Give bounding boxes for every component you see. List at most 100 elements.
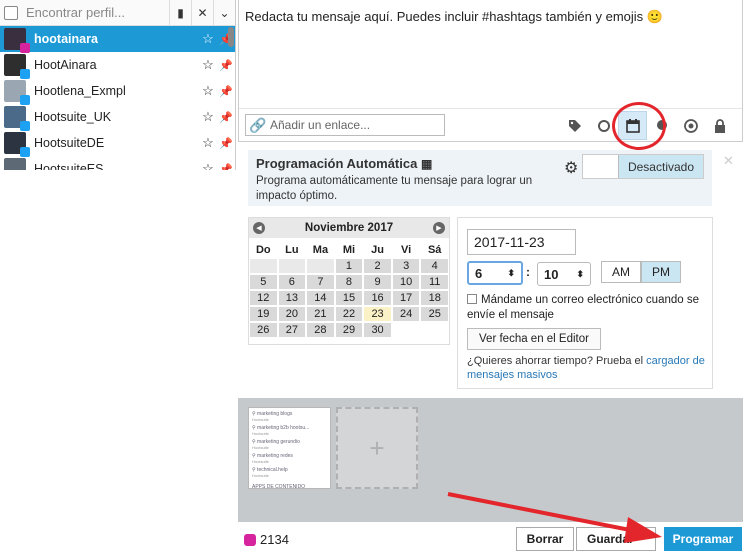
thumbnail-section: APPS DE CONTENIDO xyxy=(252,484,306,489)
add-media-button[interactable]: + xyxy=(336,407,418,489)
email-notify-option[interactable]: Mándame un correo electrónico cuando se … xyxy=(467,293,707,323)
annotation-circle xyxy=(612,102,666,150)
media-thumbnail[interactable]: ⚲ marketing blogs Hootsuite ⚲ marketing b2… xyxy=(248,407,331,489)
calendar-day[interactable]: 5 xyxy=(249,274,278,290)
link-field[interactable]: 🔗 xyxy=(245,114,445,136)
hour-value: 6 xyxy=(475,265,483,281)
star-icon[interactable]: ☆ xyxy=(199,135,217,151)
prev-month-icon[interactable]: ◀ xyxy=(253,222,265,234)
calendar-day[interactable]: 17 xyxy=(391,290,421,306)
calendar-day[interactable]: 1 xyxy=(334,258,364,274)
pin-icon[interactable]: 📌 xyxy=(217,59,235,72)
email-checkbox[interactable] xyxy=(467,294,477,304)
star-icon[interactable]: ☆ xyxy=(199,31,217,47)
calendar-day[interactable]: 9 xyxy=(363,274,392,290)
calendar-day[interactable]: 26 xyxy=(249,322,278,338)
message-textarea[interactable]: Redacta tu mensaje aquí. Puedes incluir … xyxy=(239,0,742,110)
calendar-day[interactable]: 13 xyxy=(277,290,307,306)
calendar-month: Noviembre 2017 xyxy=(304,222,394,234)
delete-button[interactable]: Borrar xyxy=(516,527,574,551)
thumbnail-line: ⚲ marketing gerundio Hootsuite xyxy=(252,439,300,450)
hour-select[interactable]: 6 ⬍ xyxy=(467,261,523,285)
tag-icon[interactable] xyxy=(560,111,589,140)
calendar-day[interactable]: 15 xyxy=(334,290,364,306)
star-icon[interactable]: ☆ xyxy=(199,57,217,73)
select-all-checkbox[interactable] xyxy=(4,5,18,20)
calendar-day[interactable]: 16 xyxy=(363,290,392,306)
calendar-day[interactable]: 25 xyxy=(420,306,449,322)
calendar-day[interactable]: 19 xyxy=(249,306,278,322)
date-calendar: ◀ Noviembre 2017 ▶ Do Lu Ma Mi Ju Vi Sá 1 2 3 4 5 6 7… xyxy=(248,217,450,345)
star-icon[interactable]: ☆ xyxy=(199,109,217,125)
calendar-day[interactable]: 14 xyxy=(306,290,335,306)
next-month-icon[interactable]: ▶ xyxy=(433,222,445,234)
pin-icon[interactable]: 📌 xyxy=(217,111,235,124)
calendar-day[interactable]: 8 xyxy=(334,274,364,290)
profile-name: Hootsuite_UK xyxy=(34,110,112,124)
profile-item[interactable]: HootsuiteDE ☆ 📌 xyxy=(0,130,235,157)
calendar-day[interactable]: 2 xyxy=(363,258,392,274)
calendar-day[interactable]: 28 xyxy=(306,322,335,338)
avatar xyxy=(4,132,30,157)
profile-search-bar: Encontrar perfil... ▮ ✕ ⌄ xyxy=(0,0,235,26)
calendar-day[interactable]: 23 xyxy=(363,306,392,322)
date-field[interactable]: 2017-11-23 xyxy=(467,229,576,255)
profile-item[interactable]: HootAinara ☆ 📌 xyxy=(0,52,235,79)
calendar-day[interactable]: 21 xyxy=(306,306,335,322)
calendar-day[interactable]: 24 xyxy=(391,306,421,322)
calendar-day[interactable]: 10 xyxy=(391,274,421,290)
avatar xyxy=(4,158,26,170)
calendar-day[interactable]: 20 xyxy=(277,306,307,322)
close-schedule-icon[interactable]: ✕ xyxy=(723,153,734,169)
calendar-day[interactable]: 7 xyxy=(306,274,335,290)
link-icon: 🔗 xyxy=(249,116,267,133)
save-label: Guardar xyxy=(587,532,634,546)
link-input[interactable] xyxy=(270,118,440,132)
calendar-day[interactable]: 29 xyxy=(334,322,364,338)
schedule-button[interactable]: Programar xyxy=(664,527,742,551)
profile-item[interactable]: HootsuiteES ☆ 📌 xyxy=(0,156,235,170)
weekday-label: Vi xyxy=(401,244,412,256)
calendar-day[interactable]: 3 xyxy=(391,258,421,274)
calendar-day[interactable]: 6 xyxy=(277,274,307,290)
calendar-day[interactable]: 11 xyxy=(420,274,449,290)
pin-icon[interactable]: 📌 xyxy=(217,163,235,171)
calendar-day[interactable]: 18 xyxy=(420,290,449,306)
save-button[interactable]: Guardar xyxy=(576,527,656,551)
filter-icon[interactable]: ▮ xyxy=(169,0,191,26)
profile-name: HootsuiteES xyxy=(34,162,104,170)
star-icon[interactable]: ☆ xyxy=(199,161,217,170)
minute-select[interactable]: 10 ⬍ xyxy=(537,262,591,286)
star-icon[interactable]: ☆ xyxy=(199,83,217,99)
profile-list-scrollbar[interactable] xyxy=(228,27,234,47)
toggle-off-side[interactable] xyxy=(583,155,618,178)
gear-icon[interactable]: ⚙ xyxy=(564,158,578,178)
calendar-day[interactable]: 12 xyxy=(249,290,278,306)
auto-schedule-panel: Programación Automática ▦ Programa autom… xyxy=(248,150,712,206)
thumbnail-line: ⚲ marketing redes Hootsuite xyxy=(252,453,293,464)
chevron-down-icon[interactable]: ⌄ xyxy=(213,0,235,26)
calendar-day[interactable]: 30 xyxy=(363,322,392,338)
calendar-day[interactable]: 27 xyxy=(277,322,307,338)
calendar-day[interactable]: 22 xyxy=(334,306,364,322)
pm-button[interactable]: PM xyxy=(641,261,681,283)
profile-item[interactable]: Hootlena_Exmpl ☆ 📌 xyxy=(0,78,235,105)
view-in-editor-button[interactable]: Ver fecha en el Editor xyxy=(467,328,601,350)
lock-icon[interactable] xyxy=(705,111,734,140)
weekday-label: Lu xyxy=(285,244,299,256)
profile-item[interactable]: Hootsuite_UK ☆ 📌 xyxy=(0,104,235,131)
character-count: 2134 xyxy=(260,532,289,547)
am-button[interactable]: AM xyxy=(601,261,641,283)
pin-icon[interactable]: 📌 xyxy=(217,85,235,98)
calendar-header: ◀ Noviembre 2017 ▶ xyxy=(249,218,449,238)
calendar-empty-cell xyxy=(249,258,278,274)
instagram-icon xyxy=(244,534,256,546)
close-icon[interactable]: ✕ xyxy=(191,0,213,26)
auto-schedule-toggle[interactable]: Desactivado xyxy=(582,154,704,179)
calendar-day[interactable]: 4 xyxy=(420,258,449,274)
profile-item[interactable]: hootainara ☆ 📌 xyxy=(0,26,235,53)
ampm-toggle: AM PM xyxy=(601,261,681,283)
globe-icon[interactable] xyxy=(676,111,705,140)
profile-search-input[interactable]: Encontrar perfil... xyxy=(26,5,169,20)
pin-icon[interactable]: 📌 xyxy=(217,137,235,150)
